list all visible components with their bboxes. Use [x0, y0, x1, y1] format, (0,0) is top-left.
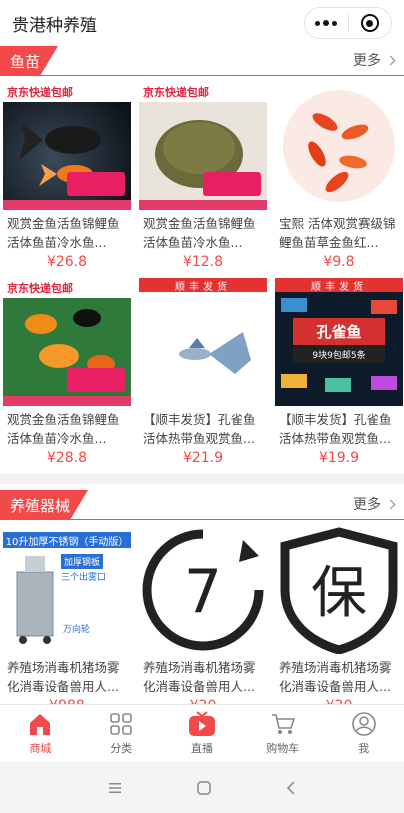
product-price: ¥9.8: [323, 254, 355, 270]
guppy-label: 孔雀鱼: [293, 318, 385, 345]
product-name: 养殖场消毒机猪场雾化消毒设备兽用人...: [143, 660, 256, 694]
koi-illustration: [283, 90, 395, 202]
promo-badge: [203, 172, 261, 196]
product-name: 观赏金鱼活鱼锦鲤鱼活体鱼苗冷水鱼...: [7, 412, 120, 446]
product-image-fish-food[interactable]: 京东快递包邮: [139, 82, 267, 210]
product-image-7day-return[interactable]: 7: [139, 526, 267, 654]
product-card[interactable]: 10升加厚不锈钢（手动版） 加厚钢板 三个出雾口 万向轮 养殖场消毒机猪场雾化消…: [3, 526, 131, 722]
guppy-sublabel: 9块9包邮5条: [293, 346, 385, 363]
close-mini-program-button[interactable]: [349, 8, 392, 38]
bottom-tab-bar: 商城 分类 直播 购物车 我: [0, 704, 404, 762]
tab-profile[interactable]: 我: [323, 705, 404, 762]
more-label: 更多: [353, 53, 381, 69]
profile-icon: [351, 712, 376, 736]
product-name: 观赏金鱼活鱼锦鲤鱼活体鱼苗冷水鱼...: [143, 216, 256, 250]
more-label: 更多: [353, 497, 381, 513]
product-card[interactable]: 宝熙 活体观赏赛级锦鲤鱼苗草金鱼红... ¥9.8: [275, 82, 403, 278]
tab-category[interactable]: 分类: [81, 705, 162, 762]
more-link[interactable]: 更多: [353, 50, 396, 70]
section-title: 养殖器械: [0, 490, 89, 520]
product-tag: 三个出雾口: [61, 573, 107, 583]
product-image-disinfector[interactable]: 10升加厚不锈钢（手动版） 加厚钢板 三个出雾口 万向轮: [3, 526, 131, 654]
live-icon: [188, 711, 215, 736]
more-link[interactable]: 更多: [353, 494, 396, 514]
more-dots-icon: [315, 20, 338, 26]
back-icon[interactable]: [285, 780, 297, 796]
return-glyph: 7: [184, 557, 222, 627]
page-title: 贵港种养殖: [12, 15, 97, 36]
product-image-goldfish[interactable]: 京东快递包邮: [3, 82, 131, 210]
product-image-goldfish-group[interactable]: 京东快递包邮: [3, 278, 131, 406]
product-card[interactable]: 京东快递包邮 观赏金鱼活鱼锦鲤鱼活体鱼苗冷水鱼... ¥26.8: [3, 82, 131, 278]
tab-label: 我: [358, 742, 370, 755]
menu-icon[interactable]: [107, 781, 123, 795]
product-card[interactable]: 保 养殖场消毒机猪场雾化消毒设备兽用人... ¥20: [275, 526, 403, 722]
home-square-icon[interactable]: [196, 780, 212, 796]
section-header-equipment: 养殖器械 更多: [0, 490, 404, 520]
product-name: 养殖场消毒机猪场雾化消毒设备兽用人...: [279, 660, 392, 694]
product-card[interactable]: 7 养殖场消毒机猪场雾化消毒设备兽用人... ¥20: [139, 526, 267, 722]
seven-day-return-icon: 7: [142, 529, 264, 651]
system-nav-bar: [0, 762, 404, 813]
product-price: ¥26.8: [46, 254, 88, 270]
product-tag: 加厚钢板: [61, 554, 104, 569]
cart-icon: [271, 714, 295, 734]
promo-badge: [67, 172, 125, 196]
more-menu-button[interactable]: [305, 8, 348, 38]
product-image-koi-bowl[interactable]: [275, 82, 403, 210]
product-card[interactable]: 顺丰发货 孔雀鱼 9块9包邮5条 【顺丰发货】孔雀鱼活体热带鱼观赏鱼... ¥1…: [275, 278, 403, 474]
chevron-right-icon: [385, 499, 396, 509]
product-image-guppy[interactable]: 顺丰发货: [139, 278, 267, 406]
category-icon: [110, 713, 132, 735]
product-name: 【顺丰发货】孔雀鱼活体热带鱼观赏鱼...: [143, 412, 256, 446]
section-title: 鱼苗: [0, 46, 59, 76]
section-divider: [0, 474, 404, 484]
target-icon: [360, 14, 379, 32]
tab-label: 商城: [29, 742, 52, 755]
product-card[interactable]: 京东快递包邮 观赏金鱼活鱼锦鲤鱼活体鱼苗冷水鱼... ¥12.8: [139, 82, 267, 278]
app-header: 贵港种养殖: [0, 0, 404, 46]
product-card[interactable]: 京东快递包邮 观赏金鱼活鱼锦鲤鱼活体鱼苗冷水鱼... ¥28.8: [3, 278, 131, 474]
chevron-right-icon: [385, 55, 396, 65]
product-card[interactable]: 顺丰发货 【顺丰发货】孔雀鱼活体热带鱼观赏鱼... ¥21.9: [139, 278, 267, 474]
shield-icon: 保: [280, 527, 398, 654]
tab-label: 购物车: [266, 742, 300, 755]
product-grid-equipment: 10升加厚不锈钢（手动版） 加厚钢板 三个出雾口 万向轮 养殖场消毒机猪场雾化消…: [0, 520, 404, 722]
product-price: ¥12.8: [182, 254, 224, 270]
product-name: 【顺丰发货】孔雀鱼活体热带鱼观赏鱼...: [279, 412, 392, 446]
product-name: 养殖场消毒机猪场雾化消毒设备兽用人...: [7, 660, 120, 694]
guppy-illustration: [179, 332, 251, 374]
section-header-fry: 鱼苗 更多: [0, 46, 404, 76]
promo-badge: [67, 368, 125, 392]
product-name: 观赏金鱼活鱼锦鲤鱼活体鱼苗冷水鱼...: [7, 216, 120, 250]
tab-label: 直播: [190, 742, 213, 755]
tab-mall[interactable]: 商城: [0, 705, 81, 762]
tab-cart[interactable]: 购物车: [242, 705, 323, 762]
product-tag: 万向轮: [63, 625, 91, 635]
guarantee-glyph: 保: [311, 561, 367, 626]
mini-program-capsule: [304, 7, 392, 39]
product-price: ¥19.9: [318, 450, 360, 466]
product-grid-fry: 京东快递包邮 观赏金鱼活鱼锦鲤鱼活体鱼苗冷水鱼... ¥26.8 京东快递包邮 …: [0, 76, 404, 474]
product-image-guppy-assortment[interactable]: 顺丰发货 孔雀鱼 9块9包邮5条: [275, 278, 403, 406]
product-price: ¥21.9: [182, 450, 224, 466]
tab-label: 分类: [110, 742, 133, 755]
product-price: ¥28.8: [46, 450, 88, 466]
home-icon: [30, 714, 51, 735]
product-name: 宝熙 活体观赏赛级锦鲤鱼苗草金鱼红...: [279, 216, 396, 250]
product-image-guarantee[interactable]: 保: [275, 526, 403, 654]
tab-live[interactable]: 直播: [162, 705, 243, 762]
